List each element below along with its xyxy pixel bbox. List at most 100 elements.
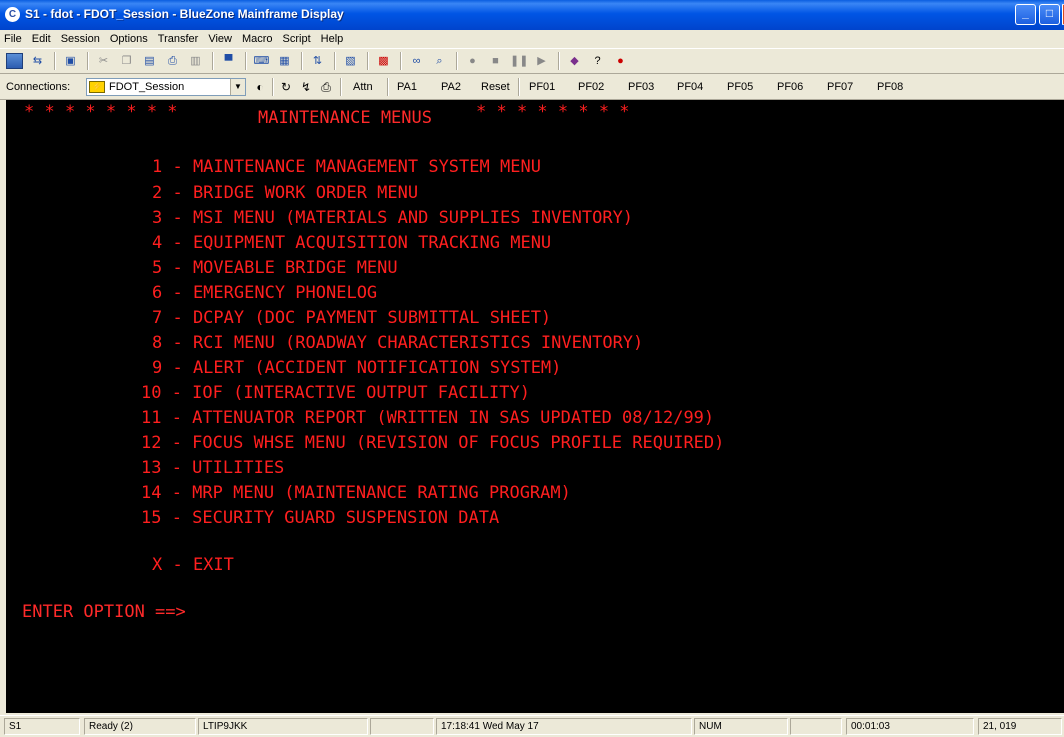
- toolbar: ⇆ ▣ ✂ ❐ ▤ ⎙ ▥ ▀ ⌨ ▦ ⇅ ▧ ▩ ∞ ⌕ ● ■ ❚❚ ▶ ◆…: [0, 48, 1064, 74]
- title-bar: C S1 - fdot - FDOT_Session - BlueZone Ma…: [0, 0, 1064, 30]
- transfer-icon[interactable]: ⇅: [309, 53, 326, 69]
- print-icon[interactable]: ⎙: [164, 53, 181, 69]
- status-cursor-position: 21, 019: [978, 718, 1062, 735]
- separator: [272, 78, 274, 96]
- glasses-icon[interactable]: ∞: [408, 53, 425, 69]
- pf05-button[interactable]: PF05: [727, 81, 753, 93]
- pf03-button[interactable]: PF03: [628, 81, 654, 93]
- zoom-icon[interactable]: ⌕: [431, 53, 448, 69]
- menu-script[interactable]: Script: [278, 33, 316, 45]
- menu-transfer[interactable]: Transfer: [153, 33, 204, 45]
- status-datetime: 17:18:41 Wed May 17: [436, 718, 692, 735]
- help-icon[interactable]: ?: [589, 53, 606, 69]
- chevron-down-icon[interactable]: ▼: [230, 79, 245, 95]
- window-title: S1 - fdot - FDOT_Session - BlueZone Main…: [25, 7, 344, 21]
- menu-help[interactable]: Help: [316, 33, 349, 45]
- status-empty-1: [370, 718, 434, 735]
- toolbar-separator: [212, 52, 214, 70]
- session-icon: ⚡: [89, 81, 105, 93]
- pf07-button[interactable]: PF07: [827, 81, 853, 93]
- terminal-screen[interactable]: * * * * * * * * MAINTENANCE MENUS * * * …: [6, 100, 1064, 713]
- toolbar-separator: [245, 52, 247, 70]
- toolbar-separator: [367, 52, 369, 70]
- menu-option-14: 14 - MRP MENU (MAINTENANCE RATING PROGRA…: [141, 483, 571, 503]
- pf02-button[interactable]: PF02: [578, 81, 604, 93]
- toolbar-separator: [301, 52, 303, 70]
- toolbar-separator: [400, 52, 402, 70]
- paste-icon[interactable]: ▥: [187, 53, 204, 69]
- stop-icon[interactable]: ■: [487, 53, 504, 69]
- toolbar-separator: [87, 52, 89, 70]
- menu-macro[interactable]: Macro: [237, 33, 278, 45]
- attn-button[interactable]: Attn: [353, 81, 373, 93]
- separator: [387, 78, 389, 96]
- status-elapsed-time: 00:01:03: [846, 718, 974, 735]
- grid-icon[interactable]: ▦: [276, 53, 293, 69]
- status-session: S1: [4, 718, 80, 735]
- toolbar-separator: [54, 52, 56, 70]
- connection-bar: Connections: ⚡ FDOT_Session ▼ ◐ ↻ ↯ ⎙ At…: [0, 74, 1064, 100]
- enter-option-prompt[interactable]: ENTER OPTION ==>: [22, 602, 186, 622]
- book-icon[interactable]: ◆: [566, 53, 583, 69]
- disconnect-icon[interactable]: ↯: [298, 79, 314, 95]
- toolbar-separator: [558, 52, 560, 70]
- menu-options[interactable]: Options: [105, 33, 153, 45]
- apple-icon[interactable]: ●: [612, 53, 629, 69]
- display-icon[interactable]: ▀: [220, 53, 237, 69]
- menu-option-1: 1 - MAINTENANCE MANAGEMENT SYSTEM MENU: [152, 157, 541, 177]
- menu-edit[interactable]: Edit: [27, 33, 56, 45]
- menu-option-8: 8 - RCI MENU (ROADWAY CHARACTERISTICS IN…: [152, 333, 644, 353]
- menu-option-2: 2 - BRIDGE WORK ORDER MENU: [152, 183, 419, 203]
- copy-append-icon[interactable]: ▤: [141, 53, 158, 69]
- copy-icon[interactable]: ❐: [118, 53, 135, 69]
- menu-session[interactable]: Session: [56, 33, 105, 45]
- menu-file[interactable]: File: [0, 33, 27, 45]
- menu-option-3: 3 - MSI MENU (MATERIALS AND SUPPLIES INV…: [152, 208, 634, 228]
- menu-option-11: 11 - ATTENUATOR REPORT (WRITTEN IN SAS U…: [141, 408, 715, 428]
- menu-option-exit: X - EXIT: [152, 555, 234, 575]
- separator: [340, 78, 342, 96]
- menu-option-10: 10 - IOF (INTERACTIVE OUTPUT FACILITY): [141, 383, 530, 403]
- menu-option-4: 4 - EQUIPMENT ACQUISITION TRACKING MENU: [152, 233, 552, 253]
- pf06-button[interactable]: PF06: [777, 81, 803, 93]
- pf04-button[interactable]: PF04: [677, 81, 703, 93]
- bluezone-app-icon[interactable]: C: [5, 7, 20, 22]
- pf01-button[interactable]: PF01: [529, 81, 555, 93]
- menu-option-12: 12 - FOCUS WHSE MENU (REVISION OF FOCUS …: [141, 433, 725, 453]
- print-preview-icon[interactable]: ⎙: [318, 79, 334, 95]
- menu-option-13: 13 - UTILITIES: [141, 458, 285, 478]
- header-stars-right: * * * * * * * *: [476, 102, 630, 122]
- status-bar: S1 Ready (2) LTIP9JKK 17:18:41 Wed May 1…: [0, 715, 1064, 737]
- cut-icon[interactable]: ✂: [95, 53, 112, 69]
- save-icon[interactable]: [6, 53, 23, 69]
- pause-icon[interactable]: ❚❚: [510, 53, 528, 69]
- pa1-button[interactable]: PA1: [397, 81, 417, 93]
- record-icon[interactable]: ●: [464, 53, 481, 69]
- session-select[interactable]: ⚡ FDOT_Session ▼: [86, 78, 246, 96]
- status-state: Ready (2): [84, 718, 196, 735]
- header-stars-left: * * * * * * * *: [24, 102, 178, 122]
- status-num-lock: NUM: [694, 718, 788, 735]
- session-icon[interactable]: ▣: [62, 53, 79, 69]
- menu-option-7: 7 - DCPAY (DOC PAYMENT SUBMITTAL SHEET): [152, 308, 552, 328]
- maximize-button[interactable]: □: [1039, 4, 1060, 25]
- menu-option-9: 9 - ALERT (ACCIDENT NOTIFICATION SYSTEM): [152, 358, 562, 378]
- play-icon[interactable]: ▶: [533, 53, 550, 69]
- reset-button[interactable]: Reset: [481, 81, 510, 93]
- menu-option-6: 6 - EMERGENCY PHONELOG: [152, 283, 378, 303]
- keyboard-map-icon[interactable]: ⌨: [253, 53, 270, 69]
- session-name: FDOT_Session: [109, 81, 185, 93]
- toolbar-separator: [334, 52, 336, 70]
- host-icon[interactable]: ◐: [252, 79, 268, 95]
- pf-keypad-icon[interactable]: ▩: [375, 53, 392, 69]
- menu-option-15: 15 - SECURITY GUARD SUSPENSION DATA: [141, 508, 500, 528]
- connect-icon[interactable]: ⇆: [29, 53, 46, 69]
- menu-view[interactable]: View: [203, 33, 237, 45]
- pa2-button[interactable]: PA2: [441, 81, 461, 93]
- connections-label: Connections:: [6, 81, 71, 93]
- pf08-button[interactable]: PF08: [877, 81, 903, 93]
- clipboard-icon[interactable]: ▧: [342, 53, 359, 69]
- screen-title: MAINTENANCE MENUS: [258, 108, 432, 128]
- connect-icon[interactable]: ↻: [278, 79, 294, 95]
- minimize-button[interactable]: _: [1015, 4, 1036, 25]
